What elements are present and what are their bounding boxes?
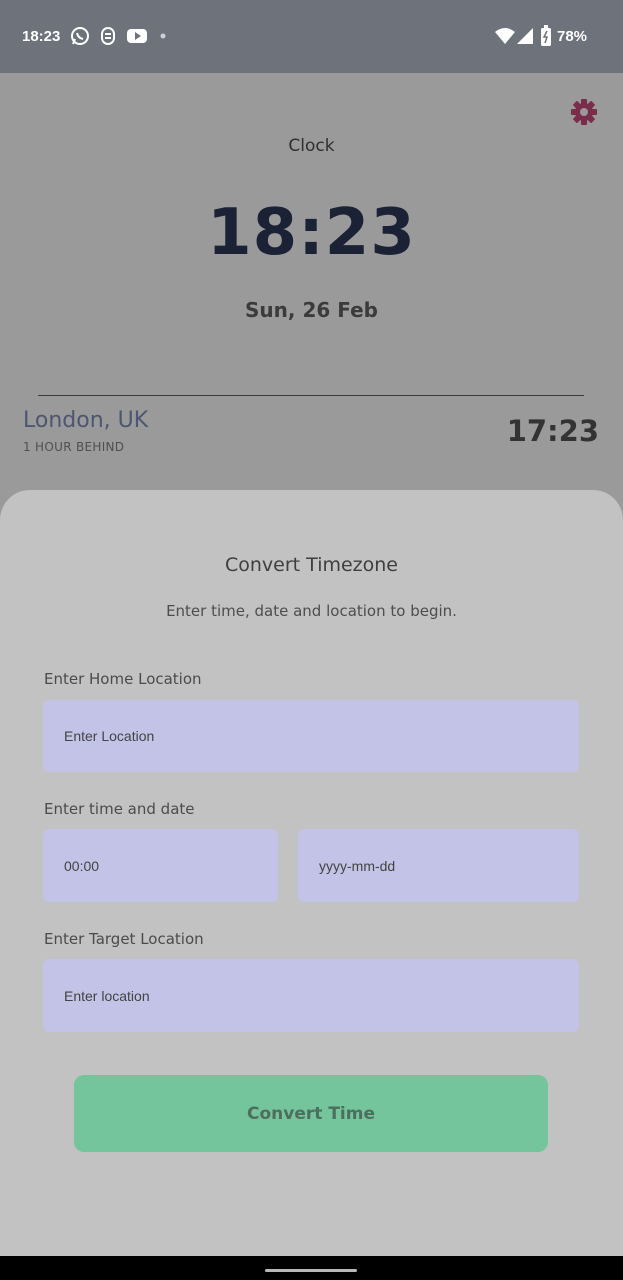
current-time: 18:23 — [207, 196, 416, 270]
youtube-icon — [127, 29, 147, 43]
target-location-input[interactable]: Enter location — [43, 959, 579, 1032]
battery-icon — [541, 25, 551, 46]
clock-title: Clock — [288, 136, 335, 156]
cell-signal-icon — [517, 28, 533, 44]
convert-timezone-sheet: Convert Timezone Enter time, date and lo… — [0, 490, 623, 1256]
convert-time-button[interactable]: Convert Time — [74, 1075, 548, 1152]
time-date-label: Enter time and date — [44, 800, 195, 818]
home-location-input[interactable]: Enter Location — [43, 700, 579, 772]
settings-gear-icon[interactable] — [569, 97, 599, 127]
wifi-icon — [495, 28, 515, 44]
dot-icon — [160, 33, 166, 39]
target-location-label: Enter Target Location — [44, 930, 204, 948]
status-time: 18:23 — [22, 28, 61, 45]
date-input[interactable]: yyyy-mm-dd — [298, 829, 579, 902]
sheet-subtitle: Enter time, date and location to begin. — [166, 602, 457, 620]
battery-percentage: 78% — [557, 28, 588, 45]
world-clock-city[interactable]: London, UK — [23, 408, 148, 433]
home-location-label: Enter Home Location — [44, 670, 202, 688]
current-date: Sun, 26 Feb — [245, 298, 378, 322]
time-input[interactable]: 00:00 — [43, 829, 278, 902]
signal-app-icon — [101, 27, 115, 45]
sheet-title: Convert Timezone — [225, 554, 398, 576]
navigation-bar — [0, 1256, 623, 1280]
status-bar: 18:23 78% — [0, 0, 623, 73]
whatsapp-icon — [71, 27, 89, 45]
divider — [38, 395, 584, 396]
world-clock-time: 17:23 — [506, 414, 599, 448]
world-clock-offset: 1 HOUR BEHIND — [23, 440, 125, 454]
home-gesture-handle[interactable] — [265, 1269, 357, 1272]
